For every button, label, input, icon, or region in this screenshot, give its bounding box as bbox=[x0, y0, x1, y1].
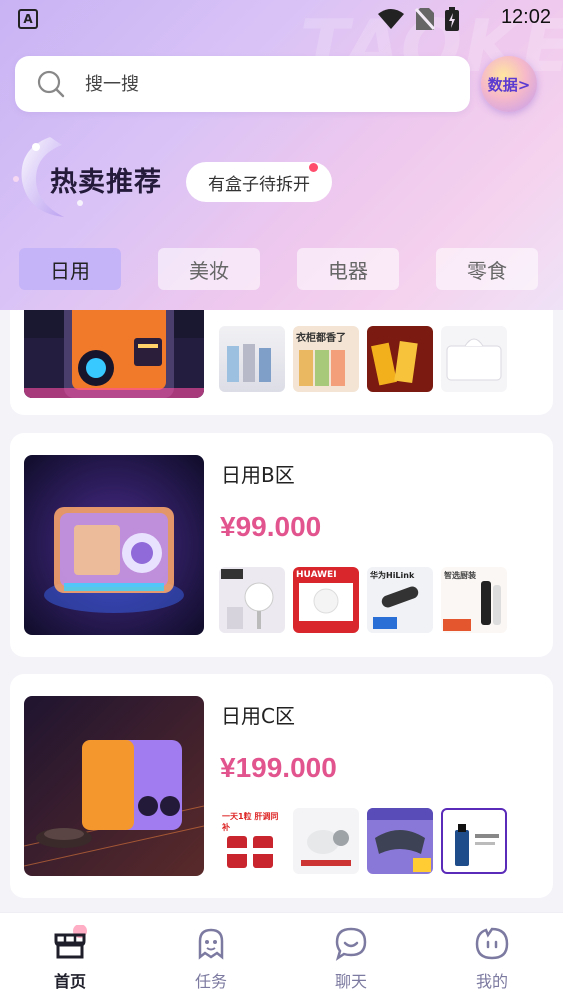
product-thumbnail: 智选厨装 bbox=[441, 567, 507, 633]
product-thumbnail: HUAWEI bbox=[293, 567, 359, 633]
chat-icon bbox=[335, 927, 367, 961]
face-icon bbox=[475, 927, 509, 960]
thumbnail-caption: 一天1粒 肝调同补 bbox=[222, 812, 279, 832]
nav-chat-label: 聊天 bbox=[334, 972, 367, 991]
box-price: ¥99.000 bbox=[220, 511, 322, 542]
box-list[interactable]: 衣柜都香了 日用B区 ¥99.000 HUAWEI 华为HiLink 智选厨装 … bbox=[0, 310, 563, 912]
notification-dot bbox=[309, 163, 318, 172]
box-price: ¥199.000 bbox=[220, 752, 337, 783]
product-thumbnail: 华为HiLink bbox=[367, 567, 433, 633]
nav-tasks[interactable]: 任务 bbox=[161, 913, 261, 1002]
category-tabs: 日用 美妆 电器 零食 bbox=[19, 248, 539, 290]
clock: 12:02 bbox=[500, 6, 551, 28]
product-thumbnail bbox=[441, 326, 507, 392]
thumbnail-caption: 智选厨装 bbox=[444, 571, 476, 580]
thumbnail-caption: 衣柜都香了 bbox=[296, 333, 346, 344]
box-name: 日用B区 bbox=[221, 463, 295, 487]
nav-home-label: 首页 bbox=[53, 972, 86, 991]
nav-home[interactable]: 首页 bbox=[20, 913, 120, 1002]
list-item[interactable]: 日用B区 ¥99.000 HUAWEI 华为HiLink 智选厨装 bbox=[10, 433, 553, 657]
box-cover-image bbox=[24, 696, 204, 876]
shop-icon bbox=[54, 925, 87, 959]
box-cover-image bbox=[24, 455, 204, 635]
product-thumbnail bbox=[441, 808, 507, 874]
list-item[interactable]: 衣柜都香了 bbox=[10, 310, 553, 415]
unopened-box-label: 有盒子待拆开 bbox=[208, 174, 310, 195]
box-cover-image bbox=[24, 310, 204, 398]
ghost-icon bbox=[198, 928, 224, 960]
wifi-icon bbox=[378, 9, 404, 29]
list-item[interactable]: 日用C区 ¥199.000 一天1粒 肝调同补 bbox=[10, 674, 553, 898]
hot-title: 热卖推荐 bbox=[50, 167, 162, 198]
search-input[interactable] bbox=[85, 68, 445, 100]
data-button[interactable]: 数据> bbox=[481, 56, 537, 112]
tab-snacks[interactable]: 零食 bbox=[436, 248, 538, 290]
status-indicator: A bbox=[18, 9, 38, 29]
product-thumbnail: 衣柜都香了 bbox=[293, 326, 359, 392]
product-thumbnail bbox=[367, 326, 433, 392]
product-thumbnail: 一天1粒 肝调同补 bbox=[219, 808, 285, 874]
nav-profile-label: 我的 bbox=[475, 972, 508, 991]
product-thumbnail bbox=[219, 326, 285, 392]
product-thumbnail bbox=[367, 808, 433, 874]
unopened-box-button[interactable]: 有盒子待拆开 bbox=[186, 162, 332, 202]
search-icon bbox=[37, 70, 65, 98]
bottom-navigation: 首页 任务 聊天 我的 bbox=[0, 912, 563, 1002]
thumbnail-caption: HUAWEI bbox=[296, 570, 337, 580]
product-thumbnail bbox=[293, 808, 359, 874]
battery-icon bbox=[445, 7, 459, 31]
product-thumbnail bbox=[219, 567, 285, 633]
nav-chat[interactable]: 聊天 bbox=[301, 913, 401, 1002]
no-sim-icon bbox=[415, 7, 435, 31]
tab-beauty[interactable]: 美妆 bbox=[158, 248, 260, 290]
thumbnail-caption: 华为HiLink bbox=[370, 571, 415, 580]
nav-tasks-label: 任务 bbox=[194, 972, 227, 991]
search-bar[interactable] bbox=[15, 56, 470, 112]
status-bar: A 12:02 bbox=[0, 0, 563, 40]
tab-daily[interactable]: 日用 bbox=[19, 248, 121, 290]
nav-profile[interactable]: 我的 bbox=[442, 913, 542, 1002]
box-name: 日用C区 bbox=[221, 704, 295, 728]
tab-appliances[interactable]: 电器 bbox=[297, 248, 399, 290]
